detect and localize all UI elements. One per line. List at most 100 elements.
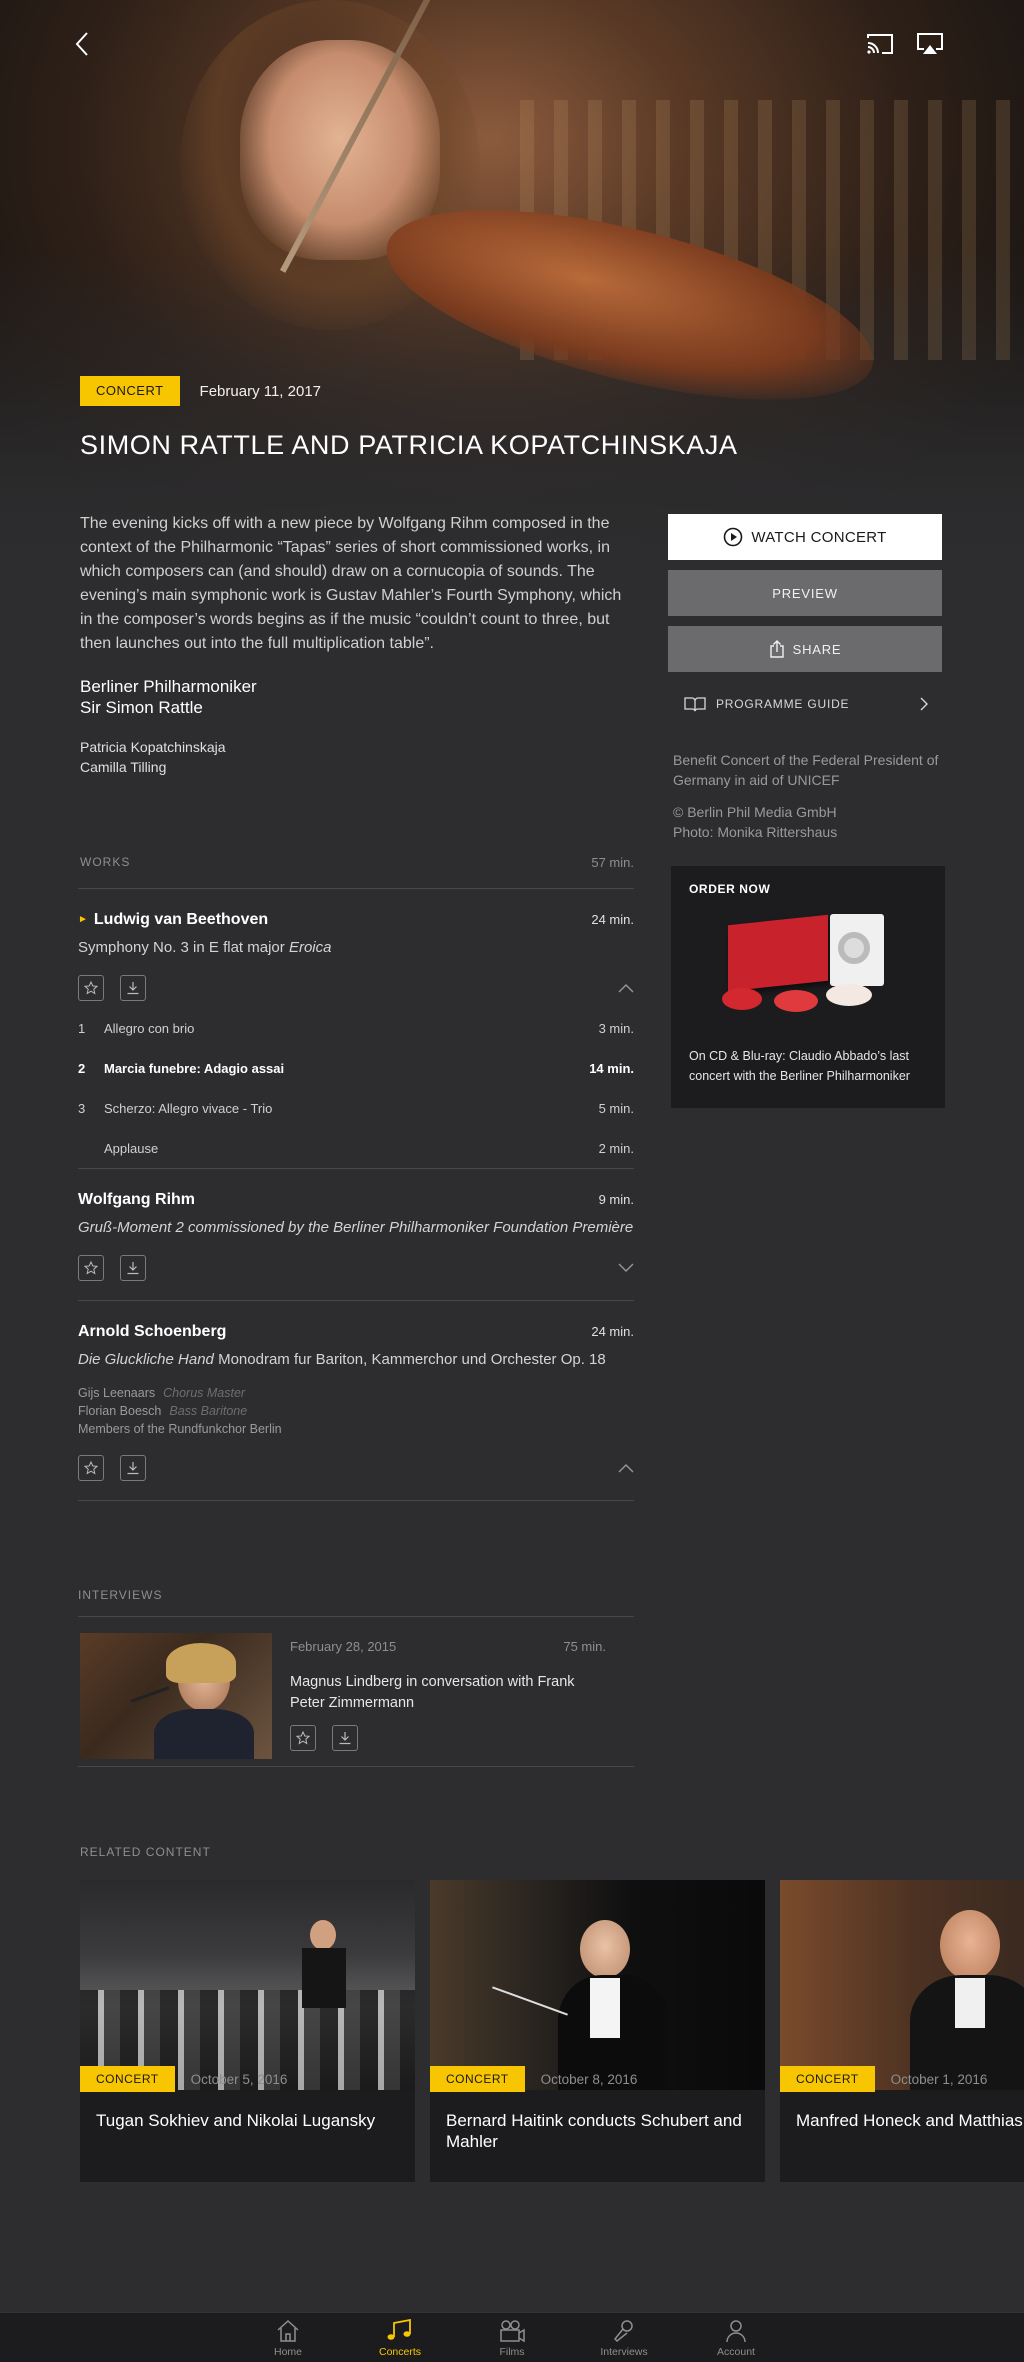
tab-account[interactable]: Account <box>696 2319 776 2358</box>
back-button[interactable] <box>62 24 102 64</box>
top-navigation <box>0 24 1024 64</box>
cast-button[interactable] <box>860 24 900 64</box>
watch-concert-label: WATCH CONCERT <box>751 528 887 546</box>
related-content-label: RELATED CONTENT <box>80 1845 211 1859</box>
performer[interactable]: Sir Simon Rattle <box>80 697 634 718</box>
interview-info: February 28, 2015 75 min. Magnus Lindber… <box>272 1633 634 1758</box>
movement-row[interactable]: 3 Scherzo: Allegro vivace - Trio 5 min. <box>78 1088 634 1128</box>
movement-row[interactable]: 2 Marcia funebre: Adagio assai 14 min. <box>78 1048 634 1088</box>
concert-info: Benefit Concert of the Federal President… <box>668 750 944 842</box>
order-now-text: On CD & Blu-ray: Claudio Abbado’s last c… <box>689 1049 910 1083</box>
work-actions <box>78 974 634 1002</box>
chevron-down-icon[interactable] <box>618 1263 634 1273</box>
home-icon <box>277 2319 299 2342</box>
airplay-button[interactable] <box>910 24 950 64</box>
download-button[interactable] <box>332 1725 358 1751</box>
favorite-button[interactable] <box>78 1455 104 1481</box>
order-now-panel[interactable]: ORDER NOW On CD & Blu-ray: Claudio Abbad… <box>671 866 945 1108</box>
concert-badge: CONCERT <box>430 2066 525 2092</box>
favorite-button[interactable] <box>290 1725 316 1751</box>
download-button[interactable] <box>120 1255 146 1281</box>
performer[interactable]: Camilla Tilling <box>80 757 634 777</box>
performer[interactable]: Patricia Kopatchinskaja <box>80 737 634 757</box>
programme-guide-link[interactable]: PROGRAMME GUIDE <box>668 682 944 726</box>
related-content-carousel[interactable]: CONCERT October 5, 2016 Tugan Sokhiev an… <box>80 1880 1024 2182</box>
favorite-button[interactable] <box>78 975 104 1001</box>
chevron-up-icon[interactable] <box>618 1463 634 1473</box>
main-performers: Berliner Philharmoniker Sir Simon Rattle <box>80 676 634 718</box>
action-column: WATCH CONCERT PREVIEW SHARE PROGRAMME GU… <box>668 514 945 1108</box>
concert-badge: CONCERT <box>780 2066 875 2092</box>
download-button[interactable] <box>120 1455 146 1481</box>
film-camera-icon <box>500 2320 525 2343</box>
benefit-note: Benefit Concert of the Federal President… <box>673 752 939 788</box>
work-duration: 24 min. <box>591 1324 634 1339</box>
programme-guide-label: PROGRAMME GUIDE <box>716 697 850 711</box>
card-date: October 8, 2016 <box>540 2071 638 2087</box>
order-now-title: ORDER NOW <box>689 882 771 896</box>
download-icon <box>127 1462 139 1475</box>
movement-row[interactable]: Applause 2 min. <box>78 1128 634 1168</box>
music-note-icon <box>387 2319 411 2340</box>
interviews-label: INTERVIEWS <box>78 1588 634 1617</box>
performer[interactable]: Berliner Philharmoniker <box>80 676 634 697</box>
related-card[interactable]: CONCERT October 5, 2016 Tugan Sokhiev an… <box>80 1880 415 2182</box>
chevron-left-icon <box>75 32 88 56</box>
download-icon <box>339 1732 351 1745</box>
interview-thumbnail[interactable] <box>80 1633 272 1759</box>
work-item: Wolfgang Rihm 9 min. Gruß-Moment 2 commi… <box>78 1169 634 1301</box>
tab-label: Concerts <box>378 2346 421 2358</box>
page-title: SIMON RATTLE AND PATRICIA KOPATCHINSKAJA <box>80 430 738 460</box>
hero-meta: CONCERT February 11, 2017 <box>80 376 321 406</box>
share-label: SHARE <box>792 641 842 657</box>
composer-name[interactable]: Arnold Schoenberg <box>78 1323 226 1341</box>
watch-concert-button[interactable]: WATCH CONCERT <box>668 514 942 560</box>
contributor[interactable]: Florian Boesch Bass Baritone <box>78 1402 634 1420</box>
card-meta: CONCERT October 1, 2016 <box>780 2066 987 2092</box>
tab-label: Films <box>499 2346 525 2358</box>
concert-badge: CONCERT <box>80 376 180 406</box>
chevron-up-icon[interactable] <box>618 983 634 993</box>
share-icon <box>769 640 784 658</box>
card-date: October 5, 2016 <box>190 2071 288 2087</box>
tab-home[interactable]: Home <box>248 2319 328 2358</box>
person-icon <box>726 2320 746 2343</box>
tab-concerts[interactable]: Concerts <box>360 2319 440 2358</box>
star-icon <box>84 1461 98 1475</box>
related-card[interactable]: CONCERT October 1, 2016 Manfred Honeck a… <box>780 1880 1024 2182</box>
piece-title: Symphony No. 3 in E flat major Eroica <box>78 939 332 956</box>
interview-duration: 75 min. <box>563 1639 606 1654</box>
movement-list: 1 Allegro con brio 3 min. 2 Marcia funeb… <box>78 1008 634 1168</box>
contributors-list: Gijs Leenaars Chorus Master Florian Boesc… <box>78 1384 634 1438</box>
download-button[interactable] <box>120 975 146 1001</box>
bottom-tab-bar: Home Concerts Films Interviews Account <box>0 2312 1024 2362</box>
movement-row[interactable]: 1 Allegro con brio 3 min. <box>78 1008 634 1048</box>
share-button[interactable]: SHARE <box>668 626 942 672</box>
interview-actions <box>290 1724 634 1752</box>
contributor[interactable]: Members of the Rundfunkchor Berlin <box>78 1420 634 1438</box>
works-total-duration: 57 min. <box>591 855 634 870</box>
contributor[interactable]: Gijs Leenaars Chorus Master <box>78 1384 634 1402</box>
composer-name[interactable]: Wolfgang Rihm <box>78 1191 195 1209</box>
favorite-button[interactable] <box>78 1255 104 1281</box>
composer-name[interactable]: ► Ludwig van Beethoven <box>78 911 268 929</box>
interview-title[interactable]: Magnus Lindberg in conversation with Fra… <box>290 1672 610 1714</box>
soloists: Patricia Kopatchinskaja Camilla Tilling <box>80 737 634 777</box>
cast-icon <box>867 34 893 54</box>
card-meta: CONCERT October 5, 2016 <box>80 2066 287 2092</box>
work-actions <box>78 1254 634 1282</box>
download-icon <box>127 1262 139 1275</box>
concert-date: February 11, 2017 <box>199 382 322 400</box>
star-icon <box>84 1261 98 1275</box>
preview-button[interactable]: PREVIEW <box>668 570 942 616</box>
work-item: Arnold Schoenberg 24 min. Die Gluckliche… <box>78 1301 634 1501</box>
related-card[interactable]: CONCERT October 8, 2016 Bernard Haitink … <box>430 1880 765 2182</box>
card-meta: CONCERT October 8, 2016 <box>430 2066 637 2092</box>
concert-badge: CONCERT <box>80 2066 175 2092</box>
work-duration: 9 min. <box>598 1192 634 1207</box>
interviews-section: INTERVIEWS February 28, 2015 75 min. Mag… <box>78 1588 634 1767</box>
tab-films[interactable]: Films <box>472 2319 552 2358</box>
work-item: ► Ludwig van Beethoven 24 min. Symphony N… <box>78 889 634 1169</box>
interview-item[interactable]: February 28, 2015 75 min. Magnus Lindber… <box>78 1617 634 1767</box>
tab-interviews[interactable]: Interviews <box>584 2319 664 2358</box>
